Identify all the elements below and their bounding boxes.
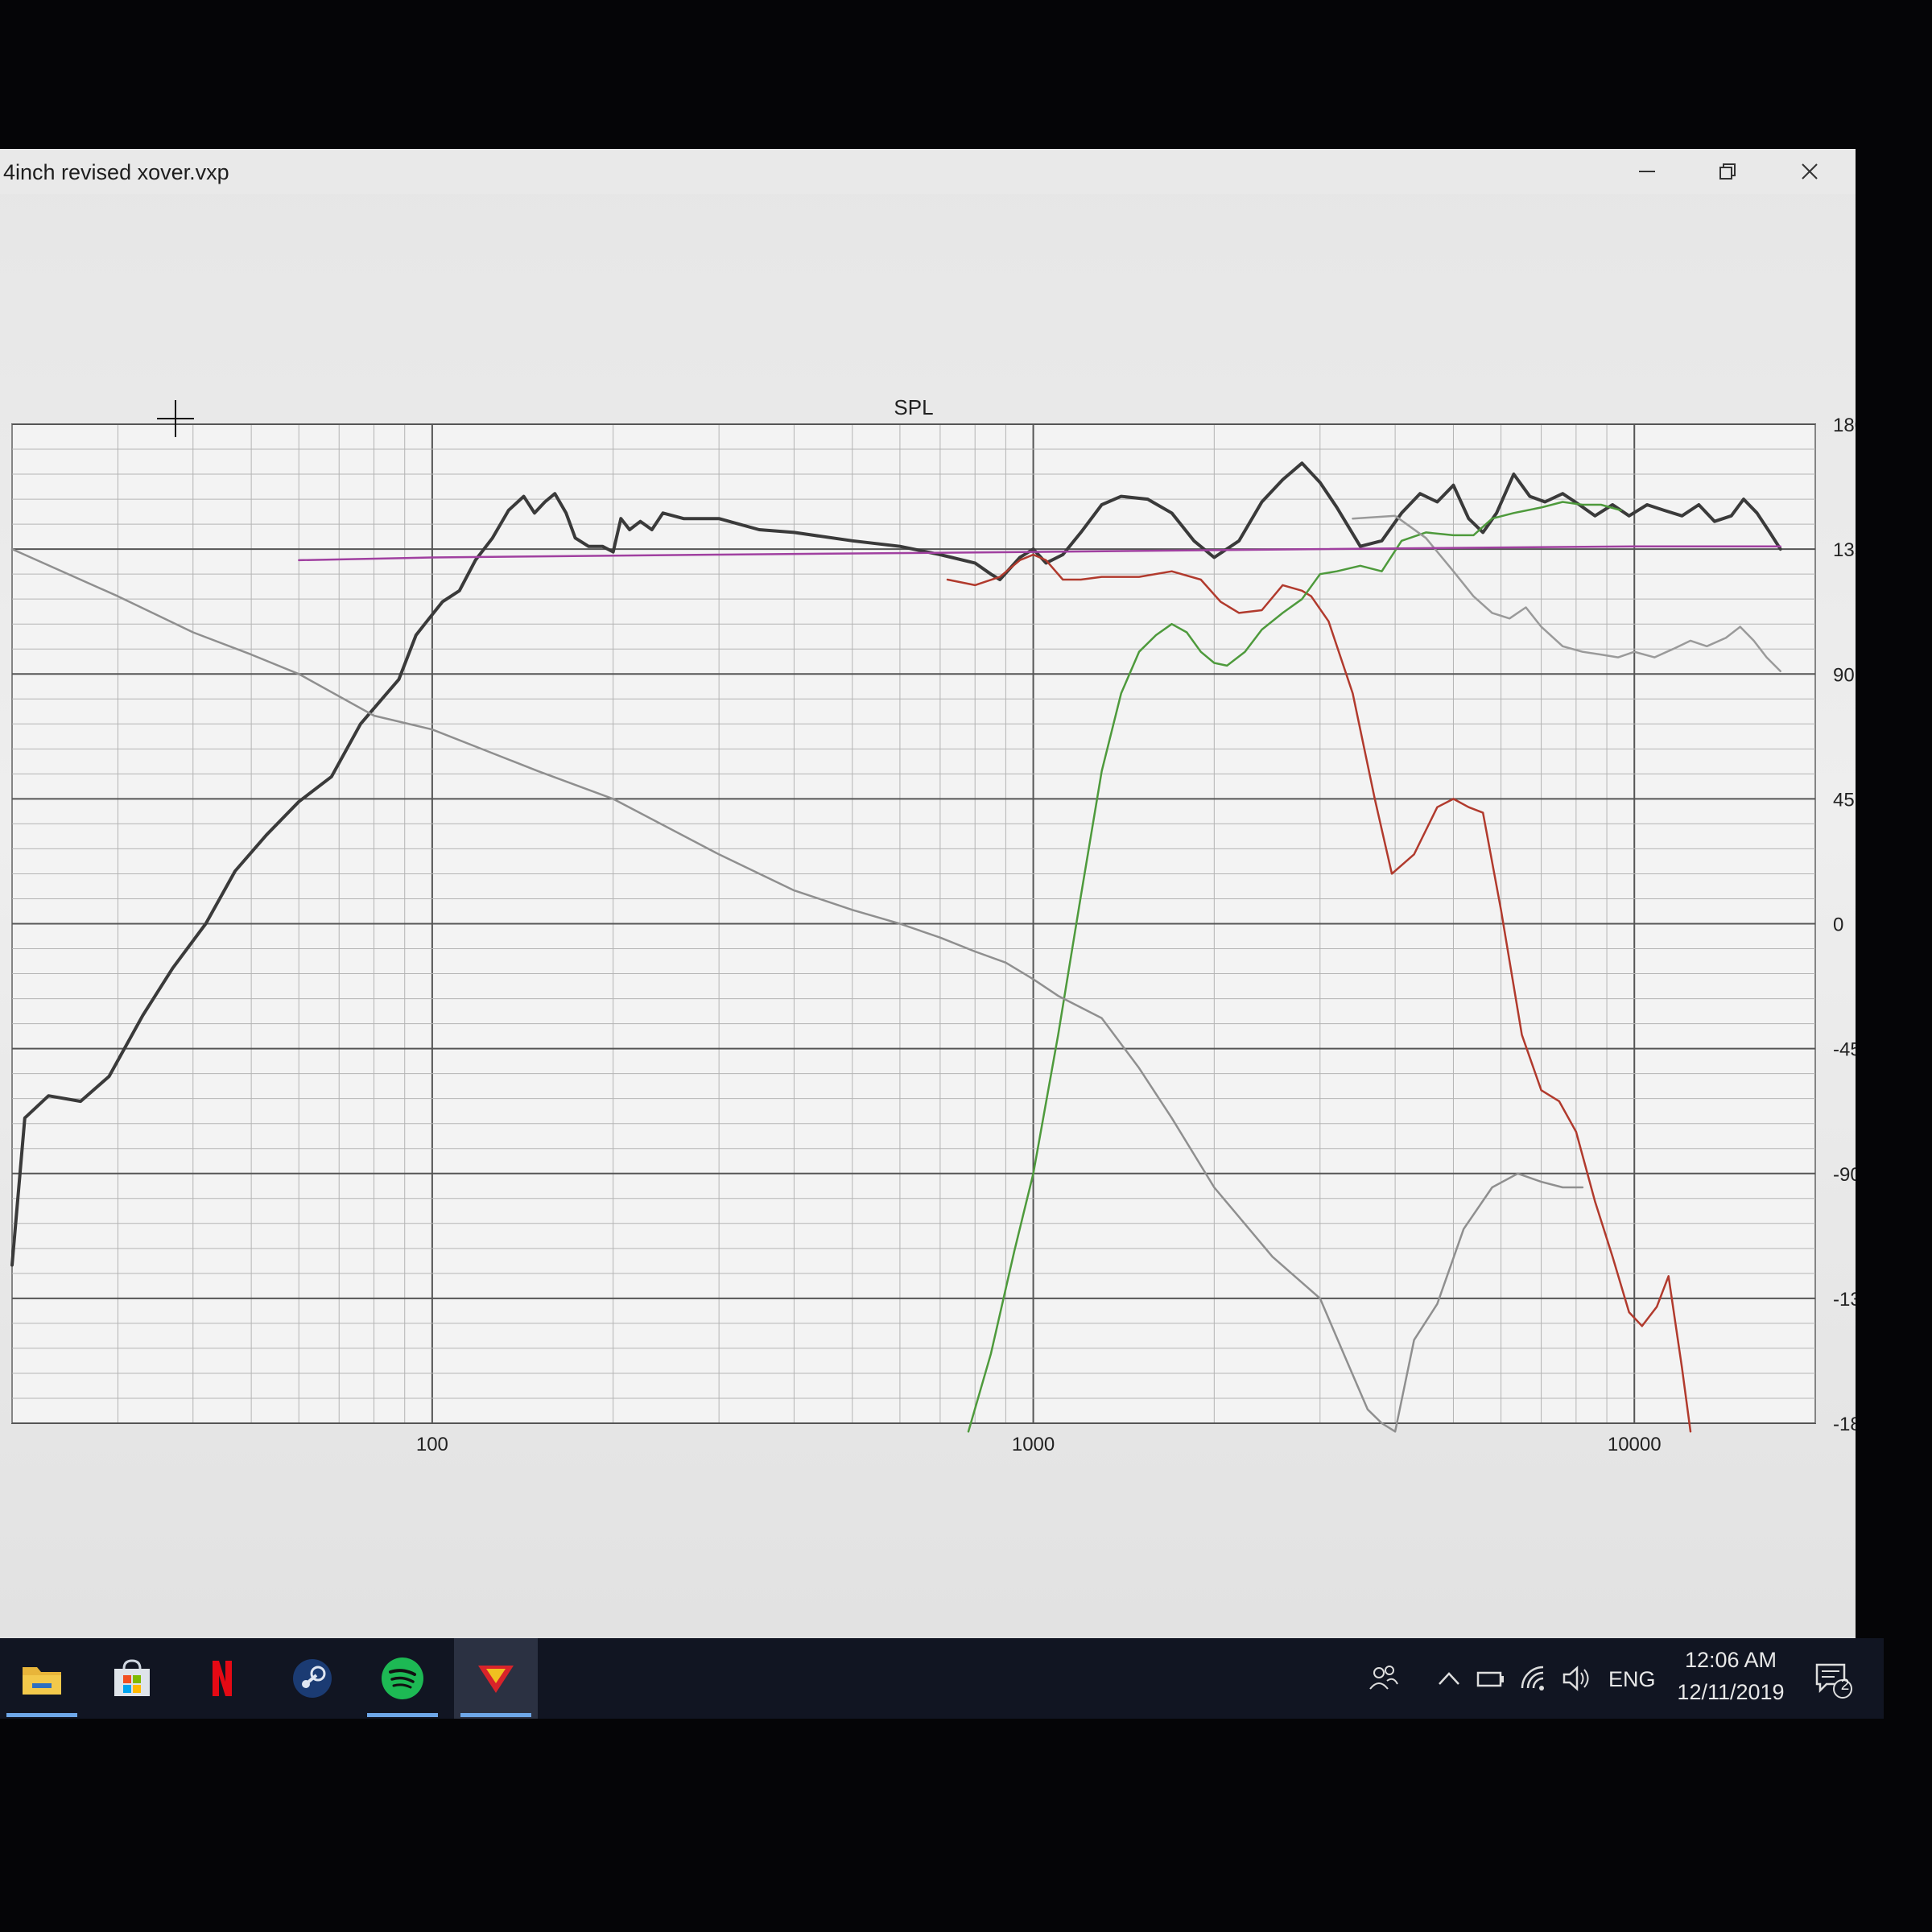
netflix-icon xyxy=(213,1661,232,1696)
taskbar-app-file-explorer[interactable] xyxy=(0,1638,84,1719)
chevron-up-icon xyxy=(1439,1672,1459,1685)
y-tick-label: 90 xyxy=(1833,664,1855,686)
taskbar: ENG 12:06 AM 12/11/2019 2 xyxy=(0,1638,1884,1719)
battery-tray-button[interactable] xyxy=(1473,1662,1509,1695)
action-center-button[interactable]: 2 xyxy=(1811,1657,1856,1703)
y-tick-label: -90 xyxy=(1833,1164,1856,1186)
notification-count: 2 xyxy=(1840,1677,1850,1694)
taskbar-app-spotify[interactable] xyxy=(361,1638,444,1719)
taskbar-app-netflix[interactable] xyxy=(180,1638,264,1719)
store-bag-icon xyxy=(114,1659,150,1696)
title-bar[interactable]: 4inch revised xover.vxp xyxy=(0,149,1856,194)
wifi-tray-button[interactable] xyxy=(1517,1662,1552,1695)
volume-icon xyxy=(1563,1666,1589,1691)
chart-title: SPL xyxy=(894,395,933,419)
spotify-icon xyxy=(382,1657,423,1699)
app-logo-icon xyxy=(478,1666,514,1693)
close-button[interactable] xyxy=(1769,149,1850,194)
taskbar-app-vituixcad[interactable] xyxy=(454,1638,538,1719)
x-tick-label: 100 xyxy=(416,1434,448,1455)
close-icon xyxy=(1802,163,1818,180)
crosshair-icon xyxy=(157,400,194,437)
y-tick-label: 135 xyxy=(1833,539,1856,561)
y-tick-label: 45 xyxy=(1833,789,1855,811)
active-indicator xyxy=(460,1713,531,1717)
y-tick-label: -180 xyxy=(1833,1414,1856,1435)
volume-tray-button[interactable] xyxy=(1558,1662,1594,1695)
y-tick-label: -45 xyxy=(1833,1039,1856,1061)
people-tray-button[interactable] xyxy=(1365,1662,1401,1695)
window-title: 4inch revised xover.vxp xyxy=(3,160,229,184)
wifi-icon xyxy=(1521,1666,1544,1690)
steam-icon xyxy=(293,1659,332,1698)
crosshair-cursor xyxy=(157,400,194,437)
active-indicator xyxy=(367,1713,438,1717)
app-window: 100 1000 10000 180 135 90 45 0 -45 -90 -135 -180 SP… xyxy=(0,149,1856,1638)
people-icon xyxy=(1369,1666,1398,1690)
folder-icon xyxy=(23,1667,61,1695)
clock-date[interactable]: 12/11/2019 xyxy=(1666,1680,1795,1705)
minimize-icon xyxy=(1639,171,1655,172)
minimize-button[interactable] xyxy=(1607,149,1687,194)
y-tick-label: 180 xyxy=(1833,415,1856,436)
x-tick-label: 1000 xyxy=(1012,1434,1055,1455)
taskbar-app-store[interactable] xyxy=(90,1638,174,1719)
active-indicator xyxy=(6,1713,77,1717)
restore-button[interactable] xyxy=(1687,149,1768,194)
clock-time[interactable]: 12:06 AM xyxy=(1666,1648,1795,1673)
taskbar-app-steam[interactable] xyxy=(270,1638,354,1719)
x-tick-label: 10000 xyxy=(1608,1434,1662,1455)
y-tick-label: -135 xyxy=(1833,1289,1856,1311)
restore-icon xyxy=(1719,163,1736,180)
input-language[interactable]: ENG xyxy=(1608,1667,1656,1692)
y-tick-label: 0 xyxy=(1833,914,1843,936)
spl-chart: 100 1000 10000 180 135 90 45 0 -45 -90 -135 -180 SP… xyxy=(10,395,1856,1455)
chart-grid xyxy=(11,423,1816,1424)
show-hidden-icons-button[interactable] xyxy=(1431,1662,1467,1695)
battery-icon xyxy=(1476,1671,1504,1687)
